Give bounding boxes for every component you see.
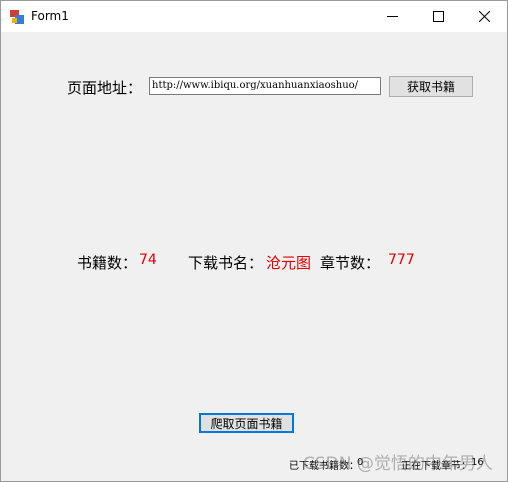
chapter-count-value: 777 — [388, 252, 415, 268]
fetch-books-button[interactable]: 获取书籍 — [389, 76, 473, 97]
book-count-label: 书籍数： — [77, 254, 138, 272]
close-button[interactable] — [461, 1, 507, 32]
close-icon — [478, 11, 490, 22]
watermark: CSDN @觉悟的中年男人 — [303, 454, 493, 474]
minimize-button[interactable] — [369, 1, 415, 32]
minimize-icon — [386, 16, 398, 17]
main-window: Form1 页面地址： http://www.ibiqu.org/xuanhua… — [0, 0, 508, 482]
maximize-icon — [432, 11, 444, 22]
book-count-value: 74 — [139, 252, 157, 268]
crawl-books-button[interactable]: 爬取页面书籍 — [199, 413, 294, 433]
download-name-value: 沧元图 — [266, 254, 312, 272]
chapter-count-label: 章节数： — [320, 254, 381, 272]
title-bar: Form1 — [1, 1, 507, 32]
url-input[interactable]: http://www.ibiqu.org/xuanhuanxiaoshuo/ — [149, 77, 381, 95]
app-icon — [10, 9, 24, 24]
url-label: 页面地址： — [67, 79, 143, 97]
window-title: Form1 — [31, 9, 69, 23]
maximize-button[interactable] — [415, 1, 461, 32]
download-name-label: 下载书名： — [188, 254, 264, 272]
